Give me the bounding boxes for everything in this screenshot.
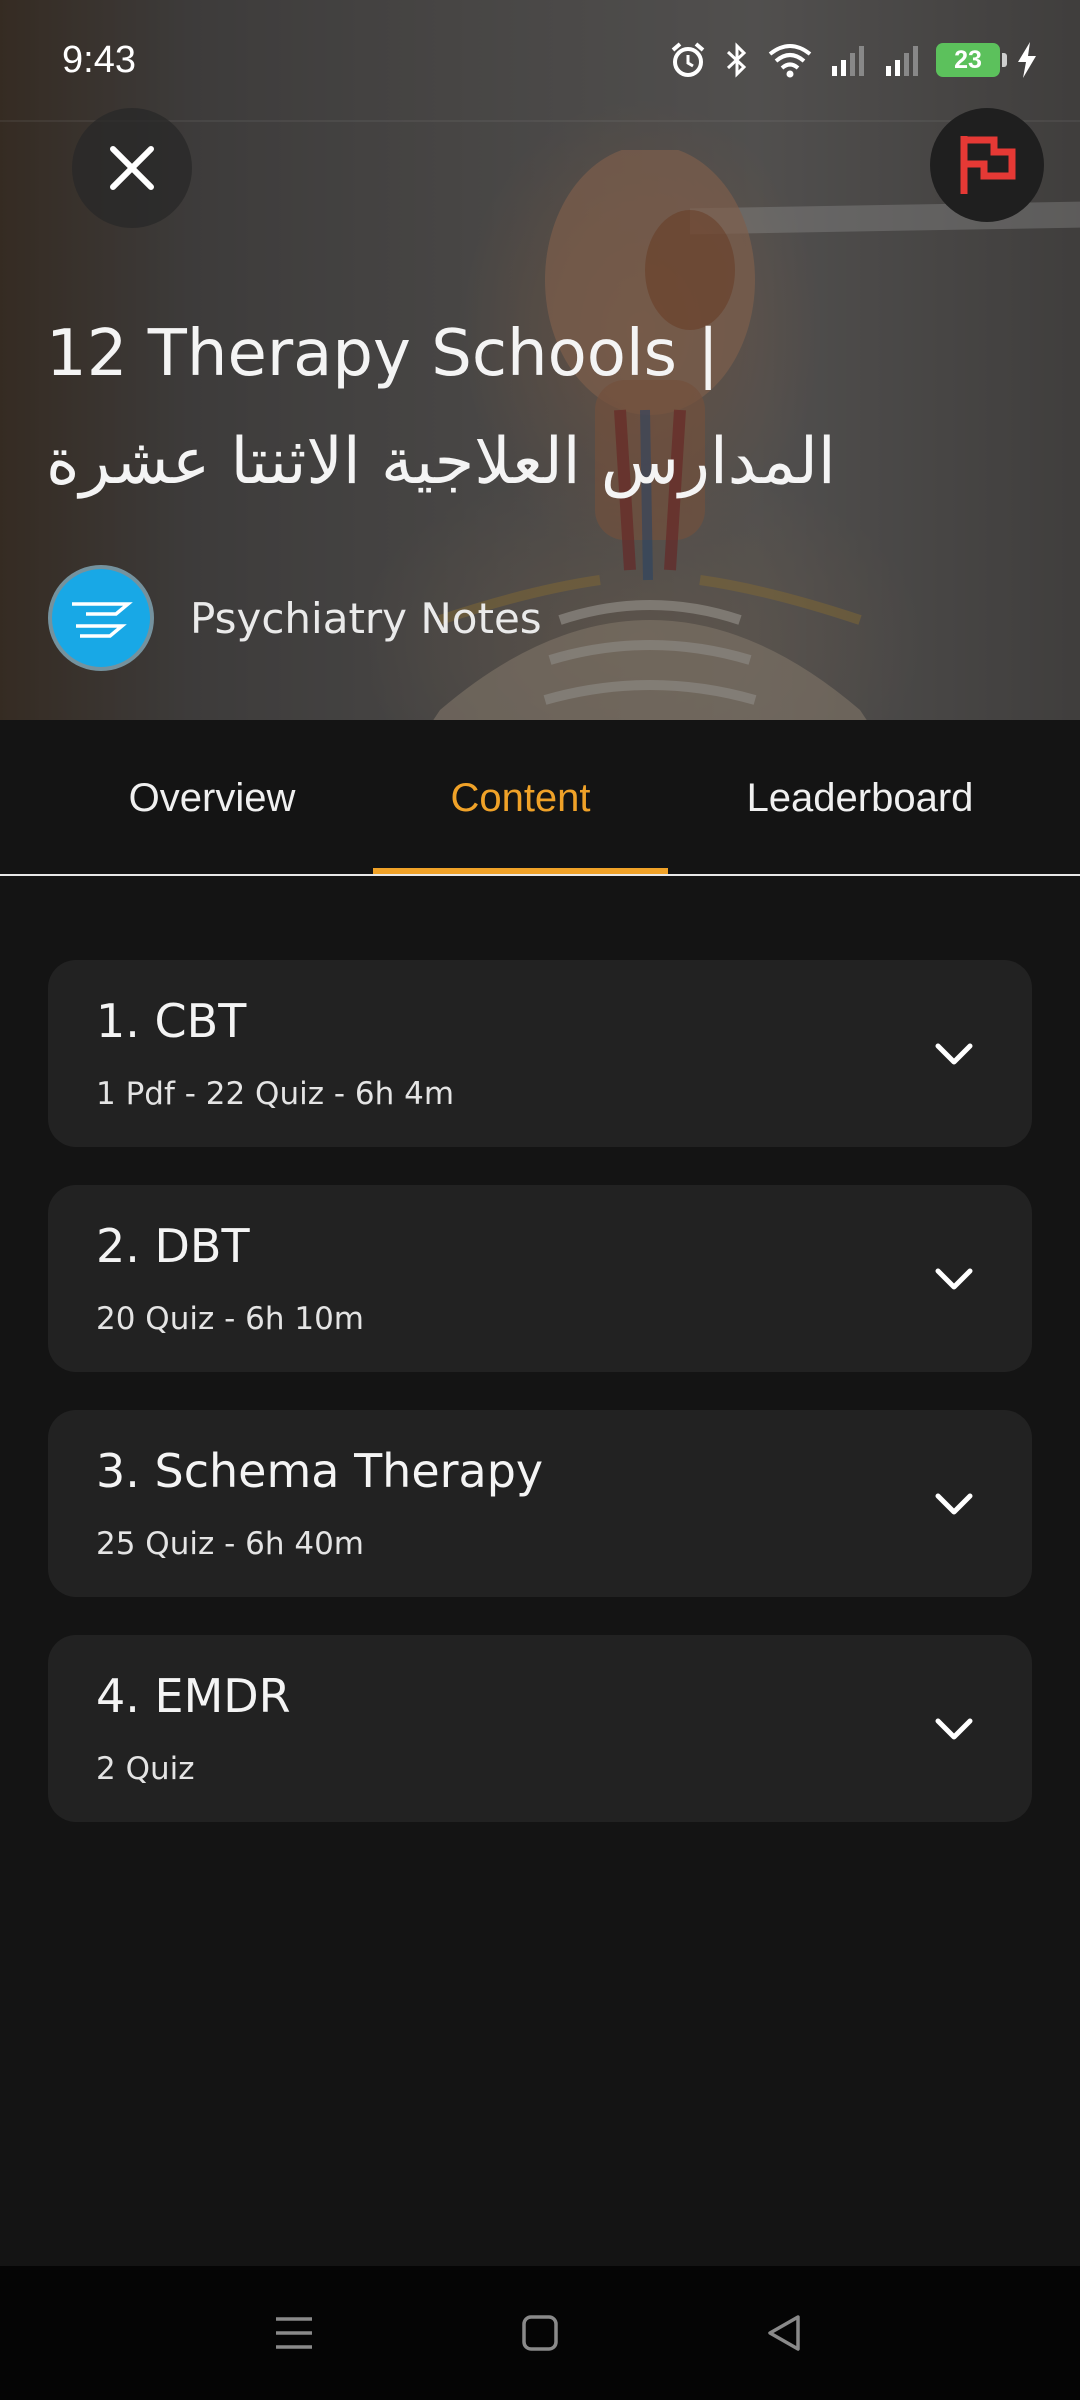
tab-leaderboard[interactable]: Leaderboard (700, 720, 1020, 876)
home-icon[interactable] (506, 2299, 574, 2367)
section-meta: 1 Pdf - 22 Quiz - 6h 4m (96, 1076, 455, 1112)
report-button[interactable] (930, 108, 1044, 222)
wifi-icon (768, 44, 812, 78)
back-icon[interactable] (750, 2299, 818, 2367)
status-icons: 23 (668, 40, 1040, 80)
section-meta: 25 Quiz - 6h 40m (96, 1526, 364, 1562)
status-time: 9:43 (62, 38, 136, 81)
alarm-icon (671, 42, 705, 77)
close-icon (110, 146, 154, 190)
avatar (48, 565, 154, 671)
section-title: 1. CBT (96, 994, 247, 1048)
course-title: 12 Therapy Schools | المدارس العلاجية ال… (46, 317, 836, 499)
flag-icon (960, 136, 1016, 194)
signal-icon (886, 46, 918, 76)
chevron-down-icon[interactable] (932, 1707, 976, 1751)
system-nav-bar (0, 2266, 1080, 2400)
section-title: 3. Schema Therapy (96, 1444, 544, 1498)
content-list: 1. CBT 1 Pdf - 22 Quiz - 6h 4m 2. DBT 20… (48, 960, 1032, 1860)
battery-icon: 23 (936, 43, 1007, 77)
section-card-cbt[interactable]: 1. CBT 1 Pdf - 22 Quiz - 6h 4m (48, 960, 1032, 1147)
section-card-schema-therapy[interactable]: 3. Schema Therapy 25 Quiz - 6h 40m (48, 1410, 1032, 1597)
charging-icon (1018, 42, 1036, 78)
chevron-down-icon[interactable] (932, 1482, 976, 1526)
tab-bar: Overview Content Leaderboard (0, 720, 1080, 876)
tab-overview[interactable]: Overview (62, 720, 362, 876)
section-title: 2. DBT (96, 1219, 250, 1273)
section-meta: 20 Quiz - 6h 10m (96, 1301, 364, 1337)
close-button[interactable] (72, 108, 192, 228)
menu-icon[interactable] (260, 2299, 328, 2367)
active-tab-indicator (373, 868, 668, 874)
tab-content[interactable]: Content (373, 720, 668, 876)
bluetooth-icon (726, 42, 747, 78)
author-logo-icon (72, 602, 133, 638)
section-card-dbt[interactable]: 2. DBT 20 Quiz - 6h 10m (48, 1185, 1032, 1372)
signal-icon (832, 46, 864, 76)
course-screen: 9:43 23 12 Therapy Schools | المدارس الع… (0, 0, 1080, 2400)
course-author[interactable]: Psychiatry Notes (48, 565, 542, 671)
chevron-down-icon[interactable] (932, 1032, 976, 1076)
section-title: 4. EMDR (96, 1669, 291, 1723)
chevron-down-icon[interactable] (932, 1257, 976, 1301)
author-name: Psychiatry Notes (190, 593, 542, 643)
section-card-emdr[interactable]: 4. EMDR 2 Quiz (48, 1635, 1032, 1822)
status-bar: 9:43 23 (0, 0, 1080, 120)
section-meta: 2 Quiz (96, 1751, 195, 1787)
